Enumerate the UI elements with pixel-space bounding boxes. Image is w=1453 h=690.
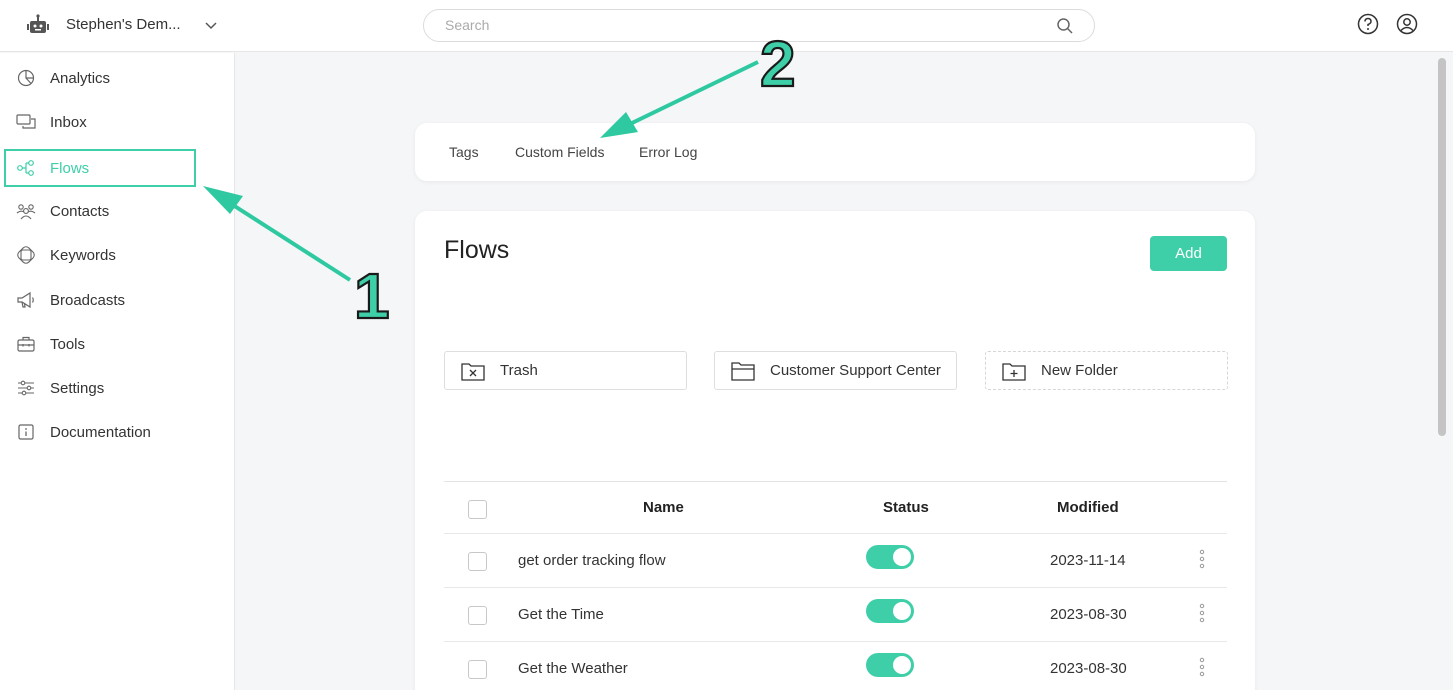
row-divider (444, 587, 1227, 588)
table-divider (444, 481, 1227, 482)
status-toggle[interactable] (866, 653, 914, 677)
folder-trash[interactable]: Trash (444, 351, 687, 390)
sidebar: Analytics Inbox Flows Contacts Keywords … (0, 53, 235, 690)
sidebar-item-label: Keywords (50, 246, 116, 264)
tab-custom-fields[interactable]: Custom Fields (515, 144, 604, 160)
column-header-name[interactable]: Name (643, 499, 684, 516)
flows-panel: Flows Add Trash Customer Support Center … (415, 211, 1255, 690)
sidebar-item-label: Analytics (50, 69, 111, 87)
sidebar-item-tools[interactable]: Tools (4, 325, 196, 363)
megaphone-icon (17, 291, 34, 309)
contacts-icon (16, 204, 36, 220)
scrollbar[interactable] (1438, 58, 1446, 436)
toggle-knob (893, 602, 911, 620)
sidebar-item-keywords[interactable]: Keywords (4, 236, 196, 274)
sidebar-item-flows[interactable]: Flows (4, 149, 196, 187)
new-folder-icon (1002, 363, 1026, 381)
search-icon[interactable] (1056, 17, 1074, 35)
sidebar-item-documentation[interactable]: Documentation (4, 413, 196, 451)
search-box[interactable] (423, 9, 1095, 42)
sidebar-item-settings[interactable]: Settings (4, 369, 196, 407)
sidebar-item-label: Contacts (50, 202, 110, 220)
help-icon[interactable] (1357, 13, 1379, 35)
column-header-modified[interactable]: Modified (1057, 499, 1119, 516)
row-checkbox[interactable] (468, 660, 487, 679)
bot-icon[interactable] (27, 14, 49, 36)
more-options-icon[interactable] (1197, 656, 1207, 678)
folder-label: Customer Support Center (770, 362, 941, 379)
sidebar-item-label: Settings (50, 379, 105, 397)
modified-date: 2023-08-30 (1050, 606, 1127, 623)
toggle-knob (893, 656, 911, 674)
page-title: Flows (444, 236, 510, 264)
add-button[interactable]: Add (1150, 236, 1227, 271)
select-all-checkbox[interactable] (468, 500, 487, 519)
status-toggle[interactable] (866, 599, 914, 623)
row-checkbox[interactable] (468, 552, 487, 571)
folder-label: Trash (500, 362, 538, 379)
sliders-icon (18, 380, 34, 396)
trash-folder-icon (461, 363, 485, 381)
flows-icon (17, 160, 34, 176)
tab-tags[interactable]: Tags (449, 144, 479, 160)
status-toggle[interactable] (866, 545, 914, 569)
more-options-icon[interactable] (1197, 548, 1207, 570)
new-folder-button[interactable]: New Folder (985, 351, 1228, 390)
column-header-status[interactable]: Status (883, 499, 929, 516)
chevron-down-icon[interactable] (204, 18, 218, 32)
sidebar-item-broadcasts[interactable]: Broadcasts (4, 281, 196, 319)
sidebar-item-label: Inbox (50, 113, 87, 131)
sidebar-item-label: Tools (50, 335, 86, 353)
user-icon[interactable] (1396, 13, 1418, 35)
modified-date: 2023-08-30 (1050, 660, 1127, 677)
row-divider (444, 641, 1227, 642)
keywords-icon (17, 246, 35, 264)
annotation-label-1: 1 (354, 260, 390, 332)
sidebar-item-contacts[interactable]: Contacts (4, 192, 196, 230)
search-input[interactable] (445, 17, 1045, 33)
tab-error-log[interactable]: Error Log (639, 144, 697, 160)
row-checkbox[interactable] (468, 606, 487, 625)
flow-name[interactable]: Get the Time (518, 606, 604, 623)
folder-icon (731, 362, 755, 381)
workspace-name[interactable]: Stephen's Dem... (66, 16, 181, 33)
inbox-icon (16, 114, 36, 129)
modified-date: 2023-11-14 (1050, 552, 1126, 569)
row-divider (444, 533, 1227, 534)
folder-customer-support-center[interactable]: Customer Support Center (714, 351, 957, 390)
top-bar: Stephen's Dem... (0, 0, 1453, 52)
flow-name[interactable]: Get the Weather (518, 660, 628, 677)
more-options-icon[interactable] (1197, 602, 1207, 624)
folder-label: New Folder (1041, 362, 1118, 379)
sidebar-item-label: Documentation (50, 423, 151, 441)
sidebar-item-label: Broadcasts (50, 291, 126, 309)
analytics-icon (17, 69, 35, 87)
settings-tabs: Tags Custom Fields Error Log (415, 123, 1255, 181)
info-icon (18, 424, 34, 440)
flow-name[interactable]: get order tracking flow (518, 552, 666, 569)
toggle-knob (893, 548, 911, 566)
sidebar-item-analytics[interactable]: Analytics (4, 59, 196, 97)
sidebar-item-label: Flows (50, 159, 90, 177)
toolbox-icon (17, 336, 35, 352)
sidebar-item-inbox[interactable]: Inbox (4, 103, 196, 141)
